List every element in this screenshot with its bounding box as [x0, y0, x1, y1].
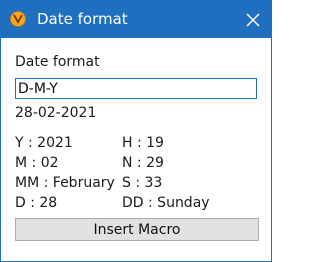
- token-month: M : 02: [15, 155, 59, 171]
- date-format-label: Date format: [15, 54, 100, 70]
- token-year: Y : 2021: [15, 135, 73, 151]
- date-preview: 28-02-2021: [15, 105, 97, 121]
- insert-macro-button[interactable]: Insert Macro: [15, 218, 259, 241]
- date-format-input[interactable]: [15, 78, 257, 99]
- token-day-name: DD : Sunday: [122, 195, 210, 211]
- token-day: D : 28: [15, 195, 58, 211]
- token-second: S : 33: [122, 175, 163, 191]
- app-icon: [10, 11, 26, 27]
- date-format-dialog: Date format Date format 28-02-2021 Y : 2…: [0, 0, 272, 262]
- title-bar: Date format: [1, 1, 271, 38]
- token-minute: N : 29: [122, 155, 164, 171]
- token-month-name: MM : February: [15, 175, 115, 191]
- token-hour: H : 19: [122, 135, 164, 151]
- close-icon[interactable]: [241, 8, 265, 32]
- window-title: Date format: [37, 10, 128, 28]
